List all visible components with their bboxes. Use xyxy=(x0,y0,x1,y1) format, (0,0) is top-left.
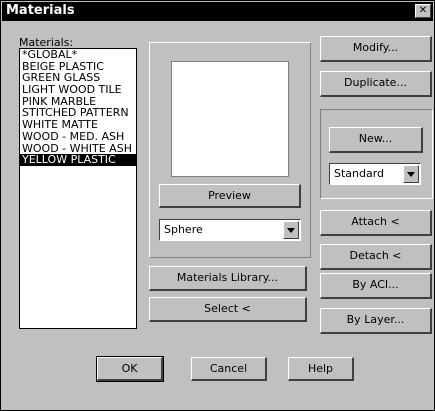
by-layer-button[interactable]: By Layer... xyxy=(320,308,432,334)
material-list-item[interactable]: WOOD - MED. ASH xyxy=(20,131,136,143)
ok-button[interactable]: OK xyxy=(96,356,164,382)
title-bar: Materials ✕ xyxy=(2,2,433,21)
modify-button[interactable]: Modify... xyxy=(320,36,432,62)
material-list-item[interactable]: *GLOBAL* xyxy=(20,49,136,61)
preview-shape-select[interactable]: Sphere xyxy=(159,219,301,241)
chevron-down-icon[interactable] xyxy=(403,165,419,183)
material-type-value: Standard xyxy=(334,167,385,180)
material-type-select[interactable]: Standard xyxy=(329,163,421,185)
material-list-item[interactable]: YELLOW PLASTIC xyxy=(20,154,136,166)
dialog-title: Materials xyxy=(6,3,75,18)
preview-button[interactable]: Preview xyxy=(159,184,301,208)
cancel-button[interactable]: Cancel xyxy=(191,357,267,381)
detach-button[interactable]: Detach < xyxy=(320,244,432,270)
materials-list[interactable]: *GLOBAL* BEIGE PLASTIC GREEN GLASS LIGHT WO… xyxy=(19,48,137,329)
preview-shape-value: Sphere xyxy=(164,223,203,236)
select-button[interactable]: Select < xyxy=(149,297,307,322)
material-list-item[interactable]: LIGHT WOOD TILE xyxy=(20,84,136,96)
help-button[interactable]: Help xyxy=(288,357,354,381)
new-material-group xyxy=(320,109,433,199)
close-icon[interactable]: ✕ xyxy=(415,4,431,18)
by-aci-button[interactable]: By ACI... xyxy=(320,273,432,299)
preview-box xyxy=(171,61,289,177)
materials-library-button[interactable]: Materials Library... xyxy=(149,266,307,291)
chevron-down-icon[interactable] xyxy=(283,221,299,239)
new-button[interactable]: New... xyxy=(329,127,423,153)
materials-dialog: Materials ✕ Materials: *GLOBAL* BEIGE PLA… xyxy=(0,0,435,411)
attach-button[interactable]: Attach < xyxy=(320,210,432,236)
duplicate-button[interactable]: Duplicate... xyxy=(320,71,432,97)
